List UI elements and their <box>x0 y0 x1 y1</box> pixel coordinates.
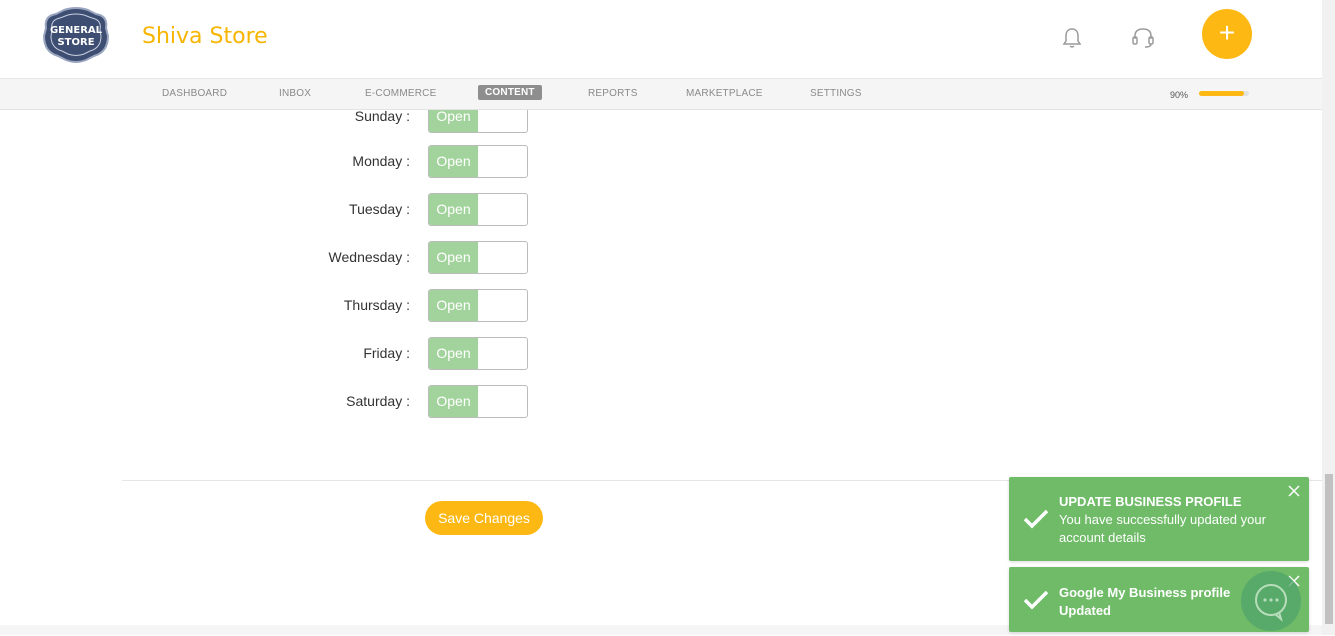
day-label: Wednesday : <box>328 249 410 265</box>
nav-settings[interactable]: SETTINGS <box>810 88 862 99</box>
hours-row-friday: Friday : Open <box>0 337 600 371</box>
day-label: Friday : <box>363 345 410 361</box>
toast-message: You have successfully updated your accou… <box>1059 512 1266 545</box>
store-logo[interactable]: GENERAL STORE <box>40 6 112 64</box>
toggle-on-label: Open <box>429 386 478 417</box>
hours-row-tuesday: Tuesday : Open <box>0 193 600 227</box>
day-label: Monday : <box>352 153 410 169</box>
open-toggle[interactable]: Open <box>428 145 528 178</box>
profile-progress-fill <box>1199 91 1244 96</box>
profile-progress-bar <box>1199 91 1249 96</box>
toast-title: UPDATE BUSINESS PROFILE <box>1059 494 1242 509</box>
close-icon[interactable] <box>1287 484 1301 498</box>
toggle-on-label: Open <box>429 194 478 225</box>
open-toggle[interactable]: Open <box>428 193 528 226</box>
hours-row-monday: Monday : Open <box>0 145 600 179</box>
open-toggle[interactable]: Open <box>428 241 528 274</box>
checkmark-icon <box>1023 509 1049 529</box>
toast-title: Google My Business profile Updated <box>1059 585 1231 618</box>
checkmark-icon <box>1023 590 1049 610</box>
nav-marketplace[interactable]: MARKETPLACE <box>686 88 763 99</box>
day-label: Tuesday : <box>349 201 410 217</box>
day-label: Saturday : <box>346 393 410 409</box>
store-name: Shiva Store <box>142 24 268 49</box>
hours-row-thursday: Thursday : Open <box>0 289 600 323</box>
toggle-on-label: Open <box>429 338 478 369</box>
toggle-on-label: Open <box>429 242 478 273</box>
toast-update-profile: UPDATE BUSINESS PROFILE You have success… <box>1009 477 1309 561</box>
open-toggle[interactable]: Open <box>428 337 528 370</box>
nav-inbox[interactable]: INBOX <box>279 88 311 99</box>
day-label: Thursday : <box>343 297 410 313</box>
notification-bell-icon[interactable] <box>1060 26 1084 50</box>
hours-row-wednesday: Wednesday : Open <box>0 241 600 275</box>
toggle-on-label: Open <box>429 146 478 177</box>
day-label: Sunday : <box>354 110 410 124</box>
main-navbar: DASHBOARD INBOX E-COMMERCE CONTENT REPOR… <box>0 79 1322 110</box>
nav-content[interactable]: CONTENT <box>478 85 542 100</box>
nav-reports[interactable]: REPORTS <box>588 88 638 99</box>
top-header: GENERAL STORE Shiva Store + <box>0 0 1322 79</box>
add-button[interactable]: + <box>1202 9 1252 59</box>
support-headset-icon[interactable] <box>1130 26 1156 50</box>
chat-widget-icon[interactable] <box>1241 571 1301 631</box>
open-toggle[interactable]: Open <box>428 110 528 133</box>
page-scrollbar[interactable] <box>1322 0 1335 635</box>
hours-row-saturday: Saturday : Open <box>0 385 600 419</box>
open-toggle[interactable]: Open <box>428 289 528 322</box>
toggle-on-label: Open <box>429 290 478 321</box>
nav-dashboard[interactable]: DASHBOARD <box>162 88 227 99</box>
open-toggle[interactable]: Open <box>428 385 528 418</box>
toggle-on-label: Open <box>429 110 478 132</box>
save-changes-button[interactable]: Save Changes <box>425 501 543 535</box>
profile-progress-label: 90% <box>1170 90 1189 100</box>
nav-ecommerce[interactable]: E-COMMERCE <box>365 88 436 99</box>
scrollbar-thumb[interactable] <box>1325 474 1333 624</box>
hours-row-sunday: Sunday : Open <box>0 110 600 134</box>
